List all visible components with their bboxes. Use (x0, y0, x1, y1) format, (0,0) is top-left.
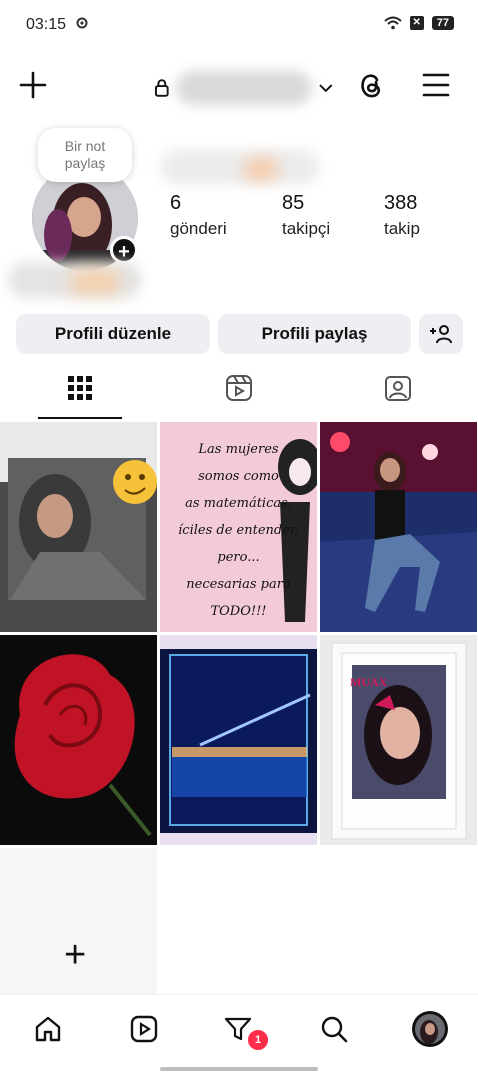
status-time: 03:15 (26, 16, 67, 33)
active-tab-indicator (38, 417, 122, 419)
chevron-down-icon (319, 84, 333, 93)
wifi-icon (384, 16, 402, 30)
post-tile[interactable] (320, 422, 477, 632)
display-name-redacted (160, 150, 320, 184)
quote-line: TODO!!! (210, 604, 267, 619)
nav-profile[interactable] (410, 1009, 450, 1049)
home-icon (35, 1016, 61, 1042)
edit-profile-button[interactable]: Profili düzenle (16, 314, 210, 354)
quote-line: necesarias para (186, 577, 291, 592)
nav-reels[interactable] (124, 1009, 164, 1049)
lock-icon (154, 79, 169, 97)
posts-count: 6 (170, 192, 182, 214)
tab-grid[interactable] (60, 370, 100, 406)
add-story-button[interactable]: + (110, 236, 138, 264)
tagged-icon (385, 376, 411, 401)
threads-icon (361, 74, 381, 98)
menu-button[interactable] (416, 66, 456, 104)
post-tile[interactable] (0, 422, 157, 632)
posts-stat[interactable]: 6 gönderi (170, 192, 227, 239)
note-line-1: Bir not (64, 138, 106, 154)
search-icon (321, 1016, 348, 1043)
create-button[interactable] (14, 66, 52, 104)
quote-line: as matemáticas, (185, 496, 292, 511)
home-indicator (160, 1067, 318, 1071)
settings-gear-icon (76, 17, 88, 29)
post-image (320, 635, 477, 845)
tab-tagged[interactable] (378, 370, 418, 406)
nav-search[interactable] (314, 1009, 354, 1049)
username-redacted (175, 71, 313, 105)
posts-label: gönderi (170, 219, 227, 238)
plus-icon (19, 71, 47, 99)
sim-off-icon: ✕ (409, 16, 424, 30)
menu-icon (422, 73, 450, 97)
add-post-plus: + (64, 934, 87, 976)
quote-line: Las mujeres (198, 442, 279, 457)
activity-badge: 1 (246, 1028, 270, 1052)
quote-line: somos como (198, 469, 279, 484)
following-count: 388 (384, 192, 418, 214)
post-quote-text: Las mujeres somos como as matemáticas, í… (166, 436, 311, 625)
post-image (0, 635, 157, 845)
following-stat[interactable]: 388 takip (384, 192, 420, 239)
post-tile[interactable]: Las mujeres somos como as matemáticas, í… (160, 422, 317, 632)
note-bubble[interactable]: Bir not paylaş (38, 128, 132, 182)
share-profile-button[interactable]: Profili paylaş (218, 314, 411, 354)
post-image (160, 635, 317, 845)
quote-line: íciles de entender, (178, 523, 299, 538)
post-tile[interactable] (0, 635, 157, 845)
followers-count: 85 (282, 192, 305, 214)
post-tile[interactable] (160, 635, 317, 845)
post-tile[interactable]: MUAX (320, 635, 477, 845)
quote-line: pero... (217, 550, 260, 565)
add-person-icon (430, 325, 452, 344)
discover-people-button[interactable] (419, 314, 463, 354)
followers-stat[interactable]: 85 takipçi (282, 192, 330, 239)
account-switcher[interactable] (154, 71, 334, 105)
reels-icon (130, 1015, 158, 1043)
note-line-2: paylaş (64, 155, 106, 171)
following-label: takip (384, 219, 420, 238)
post-caption: MUAX (350, 675, 388, 689)
status-icons: ✕ 77 (384, 16, 454, 30)
threads-button[interactable] (352, 66, 390, 104)
followers-label: takipçi (282, 219, 331, 238)
bio-redaction-tint (70, 270, 120, 294)
nav-home[interactable] (28, 1009, 68, 1049)
battery-indicator: 77 (431, 16, 454, 30)
grid-icon (68, 376, 92, 400)
post-image (0, 422, 157, 632)
redaction-tint (244, 158, 278, 180)
tab-reels[interactable] (219, 370, 259, 406)
profile-avatar (412, 1011, 448, 1047)
reels-icon (226, 375, 252, 401)
post-image (320, 422, 477, 632)
